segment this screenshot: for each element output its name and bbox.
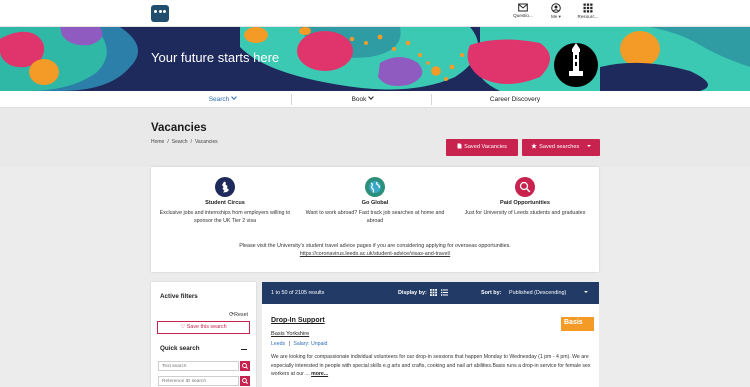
reset-filters-button[interactable]: ⟳Reset (229, 311, 248, 318)
questions-label: Questio... (513, 13, 533, 18)
me-menu[interactable]: Me ▾ (543, 3, 569, 20)
travel-advice-note: Please visit the University's student tr… (239, 243, 511, 249)
sort-by-label: Sort by: (481, 290, 502, 296)
tab-book-label: Book (351, 96, 367, 103)
hero-banner: Your future starts here (0, 27, 750, 91)
quick-search-heading: Quick search (160, 345, 200, 352)
collapse-icon[interactable] (241, 345, 247, 353)
chevron-down-icon (231, 94, 238, 100)
breadcrumb-vacancies: Vacancies (194, 139, 218, 145)
tab-search-label: Search (208, 96, 230, 103)
page-header: Vacancies Home / Search / Vacancies Saved Va… (0, 108, 750, 167)
breadcrumb-search[interactable]: Search (172, 139, 188, 145)
caret-down-icon (586, 145, 591, 147)
promo-student-circus[interactable]: Student Circus Exclusive jobs and intern… (151, 177, 299, 225)
divider (291, 94, 292, 105)
money-search-icon (515, 177, 535, 197)
promo-title: Paid Opportunities (499, 200, 551, 206)
promo-description: Want to work abroad? Fast track job sear… (305, 210, 445, 224)
promo-title: Go Global (361, 200, 389, 206)
resources-label: Resourc... (577, 14, 599, 19)
promo-paid-opportunities[interactable]: Paid Opportunities Just for University o… (451, 177, 599, 217)
breadcrumb-home[interactable]: Home (151, 139, 164, 145)
sort-select[interactable]: Published (Descending) (509, 290, 566, 296)
promo-title: Student Circus (205, 200, 245, 206)
saved-vacancies-label: Saved Vacancies (464, 144, 507, 150)
employer-link[interactable]: Basis Yorkshire (271, 331, 309, 337)
tab-search[interactable]: Search (160, 91, 285, 108)
job-listing: Drop-In Support Basis Yorkshire Leeds | … (262, 304, 599, 387)
promo-panel: Student Circus Exclusive jobs and intern… (151, 167, 599, 272)
tab-career-discovery-label: Career Discovery (489, 96, 541, 103)
breadcrumb-separator: / (167, 139, 169, 145)
grid-icon (583, 3, 593, 13)
site-logo[interactable] (151, 5, 169, 22)
breadcrumb: Home / Search / Vacancies (151, 139, 221, 145)
search-icon (242, 378, 248, 384)
employer-logo: Basis (561, 317, 594, 331)
uk-map-icon (215, 177, 235, 197)
job-salary: Salary: Unpaid (293, 341, 328, 347)
document-icon (457, 143, 462, 149)
grid-view-icon[interactable] (430, 289, 437, 296)
top-bar: Questio... Me ▾ Resourc... (0, 0, 750, 27)
travel-advice-link[interactable]: https://coronavirus.leeds.ac.uk/student-… (151, 251, 599, 257)
saved-searches-button[interactable]: Saved searches (522, 139, 600, 156)
filters-panel: Active filters ⟳Reset ♡ Save this search… (151, 282, 256, 387)
saved-vacancies-button[interactable]: Saved Vacancies (446, 139, 518, 156)
job-description: We are looking for compassionate individ… (271, 353, 597, 379)
tab-career-discovery[interactable]: Career Discovery (450, 91, 580, 108)
star-icon (531, 143, 537, 149)
save-search-label: Save this search (186, 324, 227, 330)
promo-description: Just for University of Leeds students an… (464, 210, 586, 216)
page-title: Vacancies (151, 122, 207, 134)
job-title-link[interactable]: Drop-In Support (271, 317, 325, 324)
user-icon (551, 3, 561, 13)
globe-icon (365, 177, 385, 197)
promo-description: Exclusive jobs and internships from empl… (159, 210, 291, 224)
divider (431, 94, 432, 105)
promo-go-global[interactable]: Go Global Want to work abroad? Fast trac… (301, 177, 449, 225)
reset-label: Reset (234, 312, 248, 318)
chevron-down-icon (368, 94, 375, 100)
resources-menu[interactable]: Resourc... (575, 3, 601, 19)
text-search-input[interactable] (158, 361, 239, 371)
envelope-icon (518, 3, 528, 12)
display-by-label: Display by: (398, 290, 427, 296)
save-search-button[interactable]: ♡ Save this search (157, 321, 250, 334)
job-meta: Leeds | Salary: Unpaid (271, 341, 327, 347)
reference-search-button[interactable] (240, 376, 250, 386)
results-count: 1 to 50 of 2105 results (271, 290, 325, 296)
active-filters-heading: Active filters (160, 293, 198, 300)
questions-menu[interactable]: Questio... (510, 3, 536, 18)
list-view-icon[interactable] (441, 289, 448, 296)
saved-searches-label: Saved searches (539, 144, 580, 150)
hero-title: Your future starts here (151, 50, 280, 65)
results-toolbar: 1 to 50 of 2105 results Display by: Sort… (262, 282, 599, 304)
reference-search-input[interactable] (158, 376, 239, 386)
breadcrumb-separator: / (190, 139, 192, 145)
me-label: Me ▾ (551, 14, 561, 19)
search-icon (242, 363, 248, 369)
tab-book[interactable]: Book (300, 91, 425, 108)
sub-navigation: Search Book Career Discovery (0, 91, 750, 108)
meta-separator: | (288, 341, 290, 347)
job-location: Leeds (271, 341, 286, 347)
caret-down-icon[interactable] (584, 291, 588, 293)
more-link[interactable]: more... (311, 371, 328, 377)
hero-artwork (0, 27, 750, 91)
text-search-button[interactable] (240, 361, 250, 371)
